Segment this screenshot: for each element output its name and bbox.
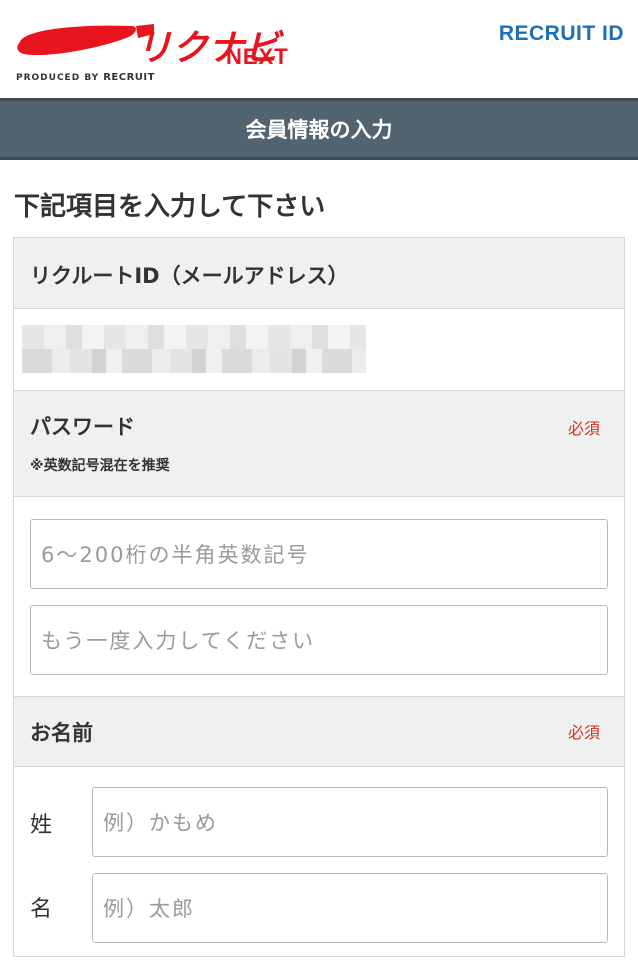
password-section-header: パスワード 必須 ※英数記号混在を推奨 [14, 391, 624, 497]
page-title: 会員情報の入力 [245, 118, 393, 142]
last-name-label: 姓 [30, 813, 53, 838]
rikunabi-next-logo[interactable]: リクナビ NEXT [14, 20, 298, 68]
instruction-heading: 下記項目を入力して下さい [14, 192, 326, 222]
password-inputs: 6〜200桁の半角英数記号 もう一度入力してください [14, 497, 624, 697]
page-title-bar: 会員情報の入力 [0, 98, 638, 160]
recruit-mini-logo: RECRUIT [103, 72, 155, 83]
name-section-header: お名前 必須 [14, 697, 624, 767]
password-confirm-input[interactable]: もう一度入力してください [30, 605, 608, 675]
page-header: リクナビ NEXT PRODUCED BY RECRUIT RECRUIT ID [0, 0, 638, 98]
first-name-placeholder: 例）太郎 [103, 897, 195, 921]
password-note: ※英数記号混在を推奨 [30, 458, 170, 474]
recruit-id-section-title: リクルートID（メールアドレス） [30, 264, 349, 288]
password-section-title: パスワード [30, 415, 135, 439]
password-input[interactable]: 6〜200桁の半角英数記号 [30, 519, 608, 589]
produced-by-label: PRODUCED BY RECRUIT [16, 72, 155, 83]
required-badge: 必須 [567, 419, 600, 438]
svg-text:NEXT: NEXT [226, 44, 289, 68]
first-name-label: 名 [30, 897, 53, 922]
recruit-id-section-header: リクルートID（メールアドレス） [14, 238, 624, 309]
password-confirm-placeholder: もう一度入力してください [41, 629, 316, 653]
password-placeholder: 6〜200桁の半角英数記号 [41, 543, 310, 567]
recruit-id-logo-text: RECRUIT ID [498, 22, 624, 45]
last-name-placeholder: 例）かもめ [103, 811, 218, 835]
name-section-title: お名前 [30, 721, 93, 745]
recruit-id-logo[interactable]: RECRUIT ID [499, 22, 624, 46]
name-inputs: 姓 例）かもめ 名 例）太郎 [14, 767, 624, 957]
first-name-input[interactable]: 例）太郎 [92, 873, 608, 943]
required-badge: 必須 [567, 723, 600, 742]
recruit-id-redacted-value [22, 325, 366, 373]
recruit-id-value-row [14, 309, 624, 391]
produced-by-text: PRODUCED BY [16, 72, 100, 83]
member-info-form: リクルートID（メールアドレス） パスワード 必須 ※英数記号混在を推奨 6〜2… [13, 237, 625, 957]
last-name-input[interactable]: 例）かもめ [92, 787, 608, 857]
